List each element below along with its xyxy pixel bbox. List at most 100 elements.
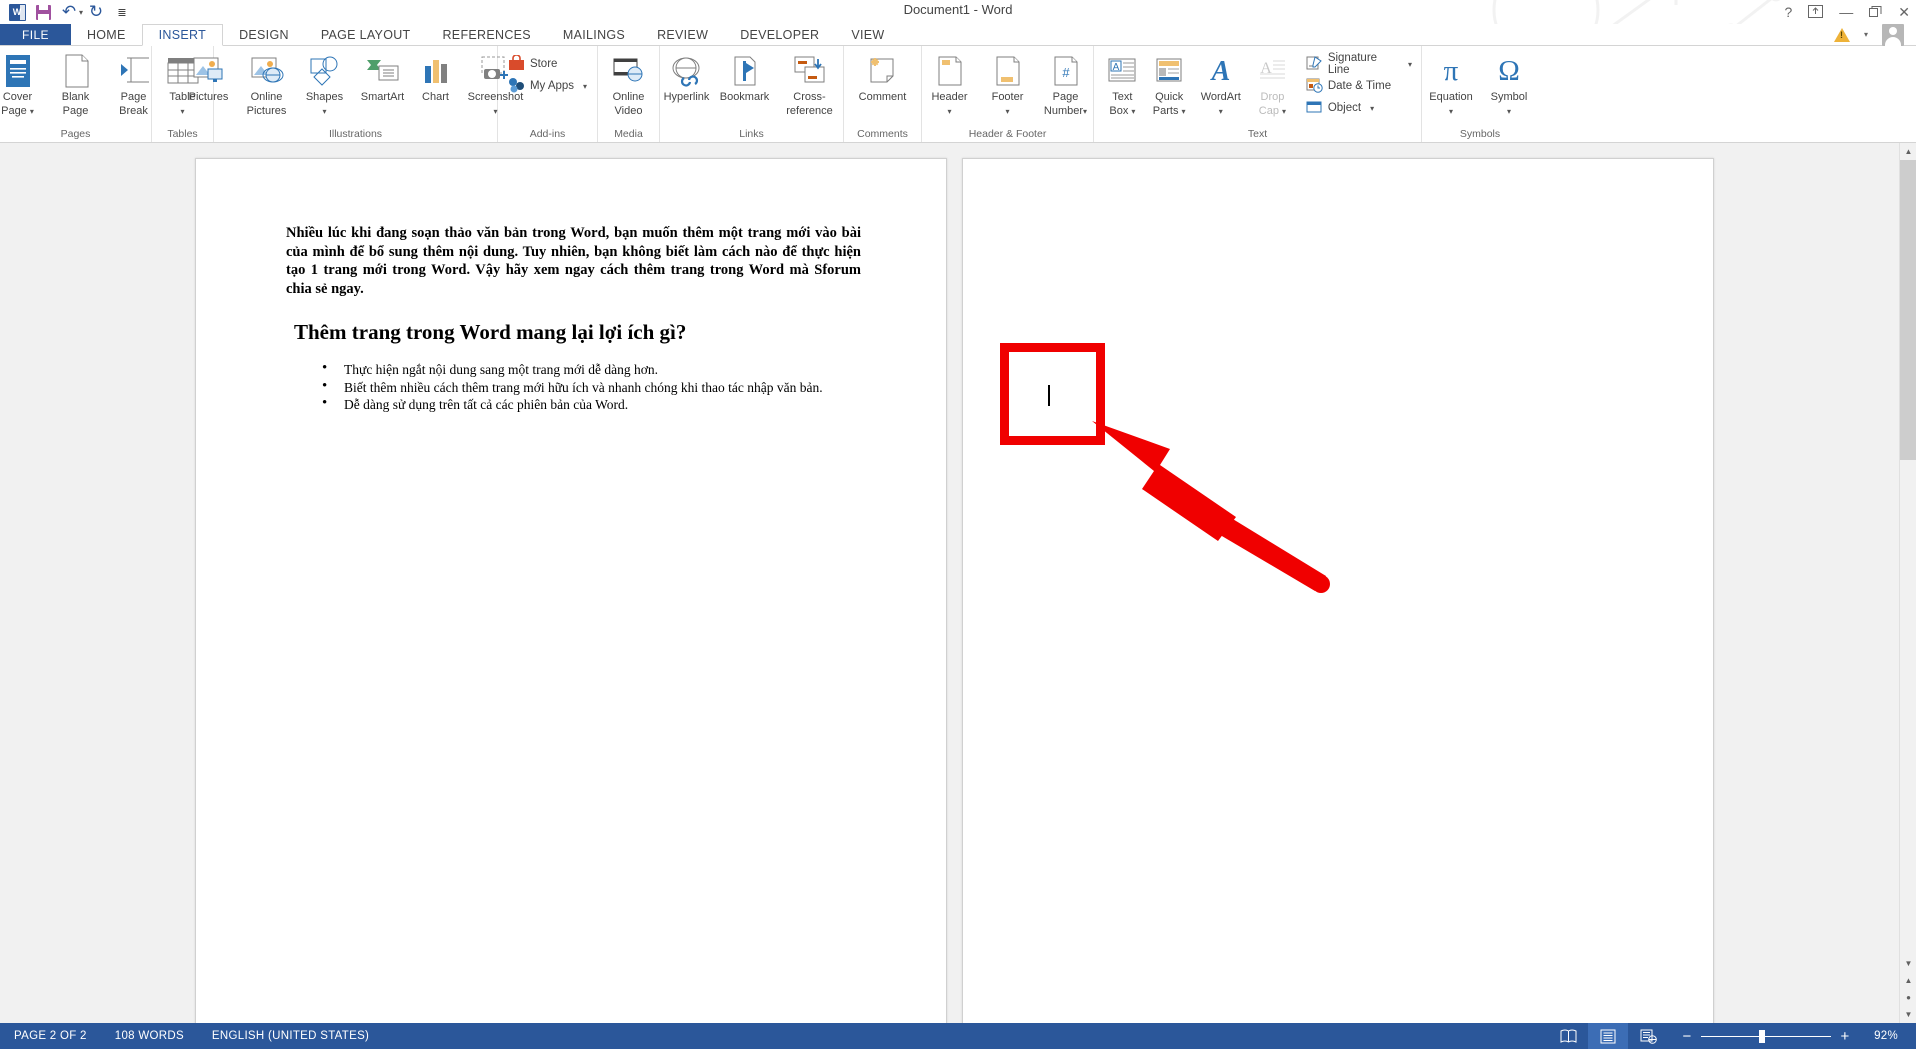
shapes-dropdown-icon[interactable]: ▾: [322, 107, 326, 116]
my-apps-dropdown-icon[interactable]: ▾: [583, 82, 587, 91]
header-dropdown-icon[interactable]: ▾: [947, 107, 951, 116]
ribbon-group-media: Online Video Media: [598, 46, 660, 142]
date-time-button[interactable]: Date & Time: [1302, 75, 1416, 97]
scroll-bottom-group[interactable]: ▼ ▲ ● ▼: [1900, 955, 1916, 1023]
tab-home[interactable]: HOME: [71, 24, 142, 45]
document-canvas[interactable]: Nhiều lúc khi đang soạn thảo văn bản tro…: [0, 143, 1916, 1038]
symbol-icon: Ω: [1498, 53, 1520, 89]
help-icon[interactable]: ?: [1784, 5, 1792, 19]
wordart-button[interactable]: A WordArt ▾: [1193, 49, 1250, 118]
web-layout-button[interactable]: [1628, 1023, 1668, 1049]
footer-dropdown-icon[interactable]: ▾: [1005, 107, 1009, 116]
text-box-button[interactable]: A Text Box ▾: [1099, 49, 1146, 118]
scroll-up-button[interactable]: ▲: [1900, 143, 1916, 160]
document-page-1[interactable]: Nhiều lúc khi đang soạn thảo văn bản tro…: [195, 158, 947, 1038]
smartart-label: SmartArt: [360, 91, 405, 103]
word-count[interactable]: 108 WORDS: [101, 1030, 198, 1042]
language-indicator[interactable]: ENGLISH (UNITED STATES): [198, 1030, 383, 1042]
page-indicator[interactable]: PAGE 2 OF 2: [0, 1030, 101, 1042]
window-controls[interactable]: ? — ✕: [1784, 0, 1910, 24]
smartart-button[interactable]: SmartArt: [354, 49, 412, 103]
tab-references[interactable]: REFERENCES: [426, 24, 546, 45]
store-icon: [508, 53, 525, 74]
zoom-thumb[interactable]: [1759, 1029, 1765, 1043]
cross-reference-button[interactable]: Cross- reference: [774, 49, 846, 117]
wordart-label: WordArt: [1200, 91, 1241, 103]
avatar[interactable]: [1882, 23, 1904, 46]
document-paragraph: Nhiều lúc khi đang soạn thảo văn bản tro…: [286, 225, 861, 297]
online-video-button[interactable]: Online Video: [600, 49, 658, 117]
ribbon-tab-strip[interactable]: FILE HOME INSERT DESIGN PAGE LAYOUT REFE…: [0, 23, 1916, 46]
wordart-dropdown-icon[interactable]: ▾: [1219, 107, 1223, 116]
footer-button[interactable]: Footer ▾: [979, 49, 1037, 118]
next-page-button[interactable]: ▼: [1900, 1006, 1916, 1023]
equation-glyph: π: [1443, 55, 1459, 87]
equation-dropdown-icon[interactable]: ▾: [1449, 107, 1453, 116]
restore-button[interactable]: [1869, 5, 1882, 19]
zoom-slider[interactable]: − +: [1668, 1028, 1864, 1045]
chart-button[interactable]: Chart: [412, 49, 460, 103]
cover-page-button[interactable]: Cover Page ▾: [0, 49, 47, 118]
hyperlink-label: Hyperlink: [663, 91, 710, 103]
comment-button[interactable]: Comment: [847, 49, 919, 103]
equation-button[interactable]: π Equation ▾: [1422, 49, 1480, 118]
signature-line-button[interactable]: Signature Line ▾: [1302, 52, 1416, 76]
close-button[interactable]: ✕: [1898, 5, 1910, 19]
vertical-scrollbar[interactable]: ▲ ▼ ▲ ● ▼: [1899, 143, 1916, 1023]
object-dropdown-icon[interactable]: ▾: [1370, 104, 1374, 113]
tab-view[interactable]: VIEW: [835, 24, 900, 45]
scroll-down-button[interactable]: ▼: [1900, 955, 1916, 972]
screenshot-dropdown-icon[interactable]: ▾: [493, 107, 497, 116]
zoom-in-button[interactable]: +: [1836, 1028, 1854, 1045]
status-bar[interactable]: PAGE 2 OF 2 108 WORDS ENGLISH (UNITED ST…: [0, 1023, 1916, 1049]
minimize-button[interactable]: —: [1839, 5, 1853, 19]
ribbon-group-addins: Store My Apps ▾ Add-ins: [498, 46, 598, 142]
zoom-percentage[interactable]: 92%: [1864, 1030, 1904, 1042]
shapes-button[interactable]: Shapes ▾: [296, 49, 354, 118]
object-button[interactable]: Object ▾: [1302, 97, 1416, 119]
status-bar-right[interactable]: − + 92%: [1548, 1023, 1916, 1049]
tab-design[interactable]: DESIGN: [223, 24, 305, 45]
tab-developer[interactable]: DEVELOPER: [724, 24, 835, 45]
signature-line-dropdown-icon[interactable]: ▾: [1408, 60, 1412, 69]
select-browse-object-button[interactable]: ●: [1900, 989, 1916, 1006]
tab-insert[interactable]: INSERT: [141, 24, 224, 46]
hyperlink-button[interactable]: Hyperlink: [658, 49, 716, 103]
pictures-button[interactable]: Pictures: [180, 49, 238, 103]
page-number-dropdown-icon[interactable]: ▾: [1083, 107, 1087, 116]
tab-mailings[interactable]: MAILINGS: [547, 24, 641, 45]
symbol-dropdown-icon[interactable]: ▾: [1507, 107, 1511, 116]
quick-parts-button[interactable]: Quick Parts ▾: [1146, 49, 1193, 118]
document-content[interactable]: Nhiều lúc khi đang soạn thảo văn bản tro…: [286, 224, 861, 414]
blank-page-button[interactable]: Blank Page: [47, 49, 105, 117]
zoom-track[interactable]: [1701, 1029, 1831, 1043]
page-break-icon: [117, 53, 151, 89]
cover-page-dropdown-icon[interactable]: ▾: [30, 107, 34, 116]
bookmark-button[interactable]: Bookmark: [716, 49, 774, 103]
ribbon-group-illustrations: Pictures Online Pictures Shapes ▾ SmartA…: [189, 46, 523, 142]
tab-review[interactable]: REVIEW: [641, 24, 724, 45]
store-button[interactable]: Store: [504, 53, 562, 75]
tab-file[interactable]: FILE: [0, 24, 71, 45]
zoom-out-button[interactable]: −: [1678, 1028, 1696, 1045]
quick-parts-dropdown-icon[interactable]: ▾: [1182, 107, 1186, 116]
previous-page-button[interactable]: ▲: [1900, 972, 1916, 989]
tab-page-layout[interactable]: PAGE LAYOUT: [305, 24, 427, 45]
page-number-button[interactable]: # Page Number▾: [1037, 49, 1095, 118]
drop-cap-icon: A: [1257, 53, 1287, 89]
my-apps-label: My Apps: [529, 80, 575, 92]
symbol-button[interactable]: Ω Symbol ▾: [1480, 49, 1538, 118]
online-pictures-button[interactable]: Online Pictures: [238, 49, 296, 117]
group-label-links: Links: [739, 128, 764, 140]
my-apps-button[interactable]: My Apps ▾: [504, 75, 591, 97]
scroll-thumb[interactable]: [1900, 160, 1916, 460]
ribbon-display-options-icon[interactable]: [1808, 4, 1824, 20]
account-area[interactable]: ▾: [1833, 23, 1916, 46]
print-layout-button[interactable]: [1588, 1023, 1628, 1049]
warning-icon[interactable]: [1833, 27, 1850, 42]
header-button[interactable]: Header ▾: [921, 49, 979, 118]
account-dropdown-icon[interactable]: ▾: [1864, 30, 1868, 39]
document-page-2[interactable]: [962, 158, 1714, 1038]
text-box-dropdown-icon[interactable]: ▾: [1131, 107, 1135, 116]
read-mode-button[interactable]: [1548, 1023, 1588, 1049]
